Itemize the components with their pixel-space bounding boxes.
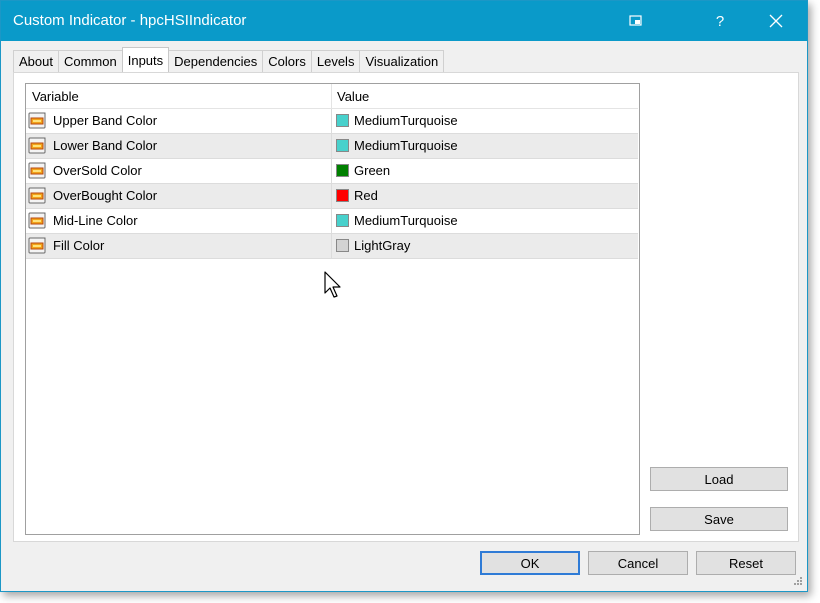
column-header-value[interactable]: Value xyxy=(337,89,369,104)
table-row[interactable]: Lower Band Color MediumTurquoise xyxy=(26,134,638,159)
variable-value[interactable]: MediumTurquoise xyxy=(354,138,458,153)
color-swatch[interactable] xyxy=(336,164,349,177)
tab-about[interactable]: About xyxy=(13,50,59,72)
variable-name: Fill Color xyxy=(53,238,105,253)
table-row[interactable]: OverBought Color Red xyxy=(26,184,638,209)
parameter-icon xyxy=(28,212,46,229)
window-title: Custom Indicator - hpcHSIIndicator xyxy=(13,12,247,29)
parameter-icon xyxy=(28,112,46,129)
ok-button[interactable]: OK xyxy=(480,551,580,575)
inputs-panel: Variable Value Upper Band Color MediumTur… xyxy=(13,72,799,542)
table-row[interactable]: Mid-Line Color MediumTurquoise xyxy=(26,209,638,234)
table-row[interactable]: Upper Band Color MediumTurquoise xyxy=(26,109,638,134)
load-button[interactable]: Load xyxy=(650,467,788,491)
title-bar[interactable]: Custom Indicator - hpcHSIIndicator ? xyxy=(1,1,807,41)
color-swatch[interactable] xyxy=(336,139,349,152)
column-header-variable[interactable]: Variable xyxy=(32,89,79,104)
inputs-grid[interactable]: Variable Value Upper Band Color MediumTur… xyxy=(25,83,640,535)
help-icon: ? xyxy=(715,12,725,30)
pin-icon[interactable] xyxy=(611,1,661,41)
grid-header: Variable Value xyxy=(26,84,638,109)
color-swatch[interactable] xyxy=(336,214,349,227)
variable-value[interactable]: MediumTurquoise xyxy=(354,113,458,128)
mouse-cursor-icon xyxy=(324,271,341,298)
color-swatch[interactable] xyxy=(336,239,349,252)
variable-name: OverBought Color xyxy=(53,188,158,203)
tab-visualization[interactable]: Visualization xyxy=(359,50,445,72)
variable-value[interactable]: Green xyxy=(354,163,390,178)
tab-levels[interactable]: Levels xyxy=(310,50,361,72)
variable-name: Lower Band Color xyxy=(53,138,158,153)
reset-button[interactable]: Reset xyxy=(696,551,796,575)
variable-name: Mid-Line Color xyxy=(53,213,138,228)
tab-dependencies[interactable]: Dependencies xyxy=(168,50,264,72)
save-button[interactable]: Save xyxy=(650,507,788,531)
variable-value[interactable]: MediumTurquoise xyxy=(354,213,458,228)
cancel-button[interactable]: Cancel xyxy=(588,551,688,575)
variable-value[interactable]: LightGray xyxy=(354,238,410,253)
help-button[interactable]: ? xyxy=(695,1,745,41)
tab-inputs[interactable]: Inputs xyxy=(121,47,170,72)
parameter-icon xyxy=(28,137,46,154)
variable-name: OverSold Color xyxy=(53,163,142,178)
close-icon xyxy=(769,14,783,28)
parameter-icon xyxy=(28,162,46,179)
tab-common[interactable]: Common xyxy=(57,50,123,72)
table-row[interactable]: OverSold Color Green xyxy=(26,159,638,184)
table-row[interactable]: Fill Color LightGray xyxy=(26,234,638,259)
resize-grip-icon[interactable] xyxy=(794,577,804,587)
variable-value[interactable]: Red xyxy=(354,188,378,203)
parameter-icon xyxy=(28,187,46,204)
dialog-window: Custom Indicator - hpcHSIIndicator ? Abo… xyxy=(0,0,808,592)
parameter-icon xyxy=(28,237,46,254)
tab-colors[interactable]: Colors xyxy=(262,50,312,72)
color-swatch[interactable] xyxy=(336,114,349,127)
color-swatch[interactable] xyxy=(336,189,349,202)
variable-name: Upper Band Color xyxy=(53,113,158,128)
tab-strip: About Common Inputs Dependencies Colors … xyxy=(13,47,445,73)
close-button[interactable] xyxy=(751,1,801,41)
